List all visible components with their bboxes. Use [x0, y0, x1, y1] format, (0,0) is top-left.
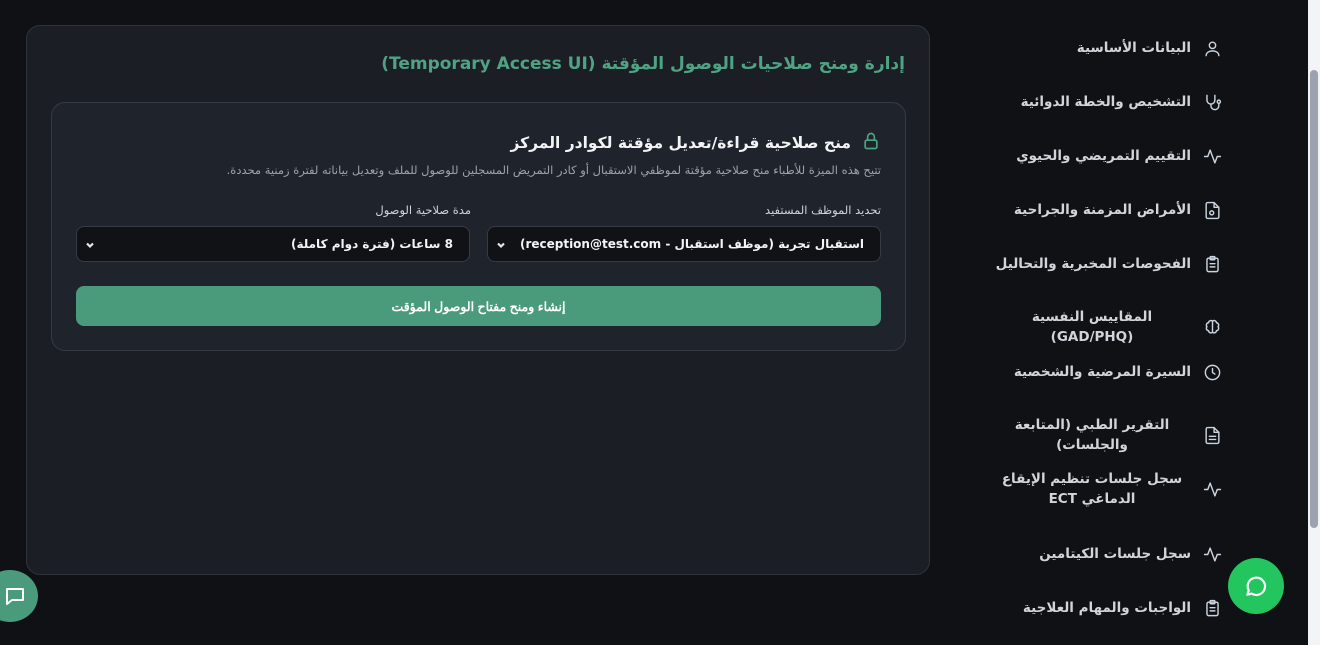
sidebar-item-ect-sessions[interactable]: سجل جلسات تنظيم الإيقاع الدماغي ECT	[993, 469, 1223, 509]
sidebar-item-nursing-assessment[interactable]: التقييم التمريضي والحيوي	[993, 145, 1223, 167]
scrollbar-thumb[interactable]	[1310, 70, 1318, 528]
sidebar-item-chronic-diseases[interactable]: الأمراض المزمنة والجراحية	[993, 199, 1223, 221]
sidebar-item-label: الواجبات والمهام العلاجية	[1022, 600, 1191, 616]
brain-icon	[1201, 316, 1223, 338]
sidebar-item-label: التقرير الطبي (المتابعة والجلسات)	[1014, 417, 1170, 453]
employee-select-value: استقبال تجربة (موظف استقبال - reception@…	[519, 237, 864, 251]
sidebar-item-lab-tests[interactable]: الفحوصات المخبرية والتحاليل	[993, 253, 1223, 275]
activity-icon	[1201, 478, 1223, 500]
sidebar-item-label: السيرة المرضية والشخصية	[1013, 364, 1191, 380]
card-header: منح صلاحية قراءة/تعديل مؤقتة لكوادر المر…	[511, 131, 882, 155]
sidebar-item-basic-data[interactable]: البيانات الأساسية	[993, 37, 1223, 59]
whatsapp-icon	[1246, 576, 1267, 597]
document-icon	[1201, 424, 1223, 446]
sidebar-nav: البيانات الأساسية التشخيص والخطة الدوائي…	[990, 0, 1308, 645]
file-medical-icon	[1201, 199, 1223, 221]
stethoscope-icon	[1201, 91, 1223, 113]
whatsapp-button[interactable]	[1228, 558, 1284, 614]
sidebar-item-label: الفحوصات المخبرية والتحاليل	[995, 256, 1191, 272]
sidebar-item-label: التقييم التمريضي والحيوي	[1016, 148, 1191, 164]
chevron-down-icon	[496, 239, 506, 253]
activity-icon	[1201, 145, 1223, 167]
sidebar-item-psych-scales[interactable]: المقاييس النفسية (GAD/PHQ)	[993, 307, 1223, 347]
grant-access-card: منح صلاحية قراءة/تعديل مؤقتة لكوادر المر…	[51, 102, 906, 351]
clock-icon	[1201, 361, 1223, 383]
message-icon	[6, 588, 24, 605]
card-title: منح صلاحية قراءة/تعديل مؤقتة لكوادر المر…	[510, 134, 852, 152]
sidebar-item-label: الأمراض المزمنة والجراحية	[1013, 202, 1191, 218]
sidebar-item-label: التشخيص والخطة الدوائية	[1020, 94, 1191, 110]
sidebar-item-label: البيانات الأساسية	[1076, 40, 1191, 56]
employee-select[interactable]: استقبال تجربة (موظف استقبال - reception@…	[487, 226, 881, 262]
duration-select-value: 8 ساعات (فترة دوام كاملة)	[290, 237, 453, 251]
sidebar-item-medical-report[interactable]: التقرير الطبي (المتابعة والجلسات)	[993, 415, 1223, 455]
duration-select[interactable]: 8 ساعات (فترة دوام كاملة)	[76, 226, 470, 262]
sidebar-item-diagnosis[interactable]: التشخيص والخطة الدوائية	[993, 91, 1223, 113]
create-access-key-button[interactable]: إنشاء ومنح مفتاح الوصول المؤقت	[76, 286, 881, 326]
lock-icon	[861, 131, 881, 155]
sidebar-item-homework[interactable]: الواجبات والمهام العلاجية	[993, 597, 1223, 619]
chevron-down-icon	[85, 239, 95, 253]
chat-button[interactable]	[0, 570, 38, 622]
sidebar-item-history[interactable]: السيرة المرضية والشخصية	[993, 361, 1223, 383]
clipboard-icon	[1201, 253, 1223, 275]
sidebar-item-ketamine-sessions[interactable]: سجل جلسات الكيتامين	[993, 543, 1223, 565]
clipboard-check-icon	[1201, 597, 1223, 619]
user-icon	[1201, 37, 1223, 59]
sidebar-item-label: المقاييس النفسية (GAD/PHQ)	[1031, 309, 1153, 345]
temporary-access-panel: إدارة ومنح صلاحيات الوصول المؤقتة (Tempo…	[26, 25, 930, 575]
scrollbar-track[interactable]	[1308, 0, 1320, 645]
sidebar-item-label: سجل جلسات تنظيم الإيقاع الدماغي ECT	[1001, 471, 1183, 507]
activity-icon	[1201, 543, 1223, 565]
sidebar-item-label: سجل جلسات الكيتامين	[1039, 546, 1191, 562]
page-title: إدارة ومنح صلاحيات الوصول المؤقتة (Tempo…	[381, 54, 905, 74]
duration-field-label: مدة صلاحية الوصول	[375, 203, 471, 217]
card-description: تتيح هذه الميزة للأطباء منح صلاحية مؤقتة…	[226, 163, 881, 177]
employee-field-label: تحديد الموظف المستفيد	[765, 203, 881, 217]
